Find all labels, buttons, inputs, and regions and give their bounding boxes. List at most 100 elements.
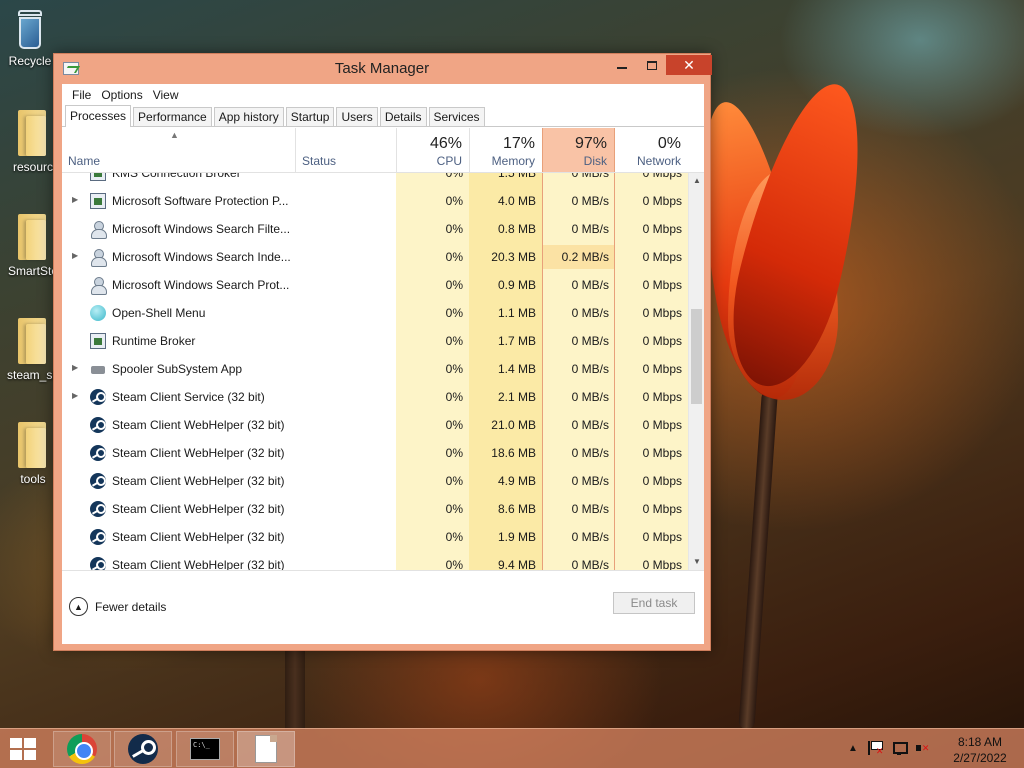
fewer-details-label: Fewer details	[95, 599, 167, 614]
folder-icon	[18, 110, 48, 158]
footer-bar: ▲ Fewer details End task	[62, 570, 704, 644]
process-disk: 0 MB/s	[571, 278, 609, 292]
process-disk: 0 MB/s	[571, 194, 609, 208]
process-memory: 1.4 MB	[497, 362, 536, 376]
expand-chevron-icon[interactable]: ▶	[72, 195, 78, 204]
process-disk: 0 MB/s	[571, 502, 609, 516]
process-row[interactable]: Steam Client WebHelper (32 bit) 0% 1.9 MB 0…	[62, 523, 688, 551]
desktop-icon-recycle-bin[interactable]: Recycle	[0, 8, 60, 68]
column-header-cpu[interactable]: 46% CPU	[396, 128, 469, 172]
tab-strip: Processes Performance App history Startu…	[62, 105, 704, 127]
process-name: Steam Client WebHelper (32 bit)	[112, 446, 285, 460]
scroll-down-icon[interactable]: ▼	[689, 554, 704, 570]
process-cpu: 0%	[445, 390, 463, 404]
menu-options[interactable]: Options	[96, 88, 147, 102]
taskbar-steam[interactable]	[114, 731, 172, 767]
process-name: Steam Client WebHelper (32 bit)	[112, 418, 285, 432]
table-header: ▲ Name Status 46% CPU 17% Memory 97% Dis…	[62, 128, 704, 173]
desktop-icon-label: Recycle	[8, 54, 52, 68]
volume-muted-icon[interactable]	[915, 741, 930, 755]
menu-file[interactable]: File	[67, 88, 96, 102]
tab-startup[interactable]: Startup	[285, 107, 335, 126]
close-button[interactable]: ✕	[666, 55, 712, 75]
tab-details[interactable]: Details	[379, 107, 427, 126]
minimize-button[interactable]	[607, 55, 637, 75]
column-header-network[interactable]: 0% Network	[615, 128, 688, 172]
taskbar-clock[interactable]: 8:18 AM 2/27/2022	[950, 734, 1010, 766]
process-row[interactable]: Open-Shell Menu 0% 1.1 MB 0 MB/s 0 Mbps	[62, 299, 688, 327]
steam-icon	[90, 501, 106, 517]
tab-app-history[interactable]: App history	[213, 107, 284, 126]
memory-total-percent: 17%	[502, 135, 535, 152]
expand-chevron-icon[interactable]: ▶	[72, 363, 78, 372]
column-header-name[interactable]: Name	[62, 128, 295, 172]
column-label-name: Name	[68, 154, 101, 168]
process-cpu: 0%	[445, 474, 463, 488]
process-cpu: 0%	[445, 530, 463, 544]
maximize-button[interactable]	[638, 55, 666, 75]
folder-icon	[18, 422, 48, 470]
tab-services[interactable]: Services	[428, 107, 485, 126]
shell-icon	[90, 305, 106, 321]
desktop-icon-label: resourc	[12, 160, 53, 174]
recycle-bin-icon	[14, 8, 46, 52]
steam-icon	[90, 417, 106, 433]
title-bar[interactable]: Task Manager ✕	[54, 54, 712, 84]
taskbar-chrome[interactable]	[53, 731, 111, 767]
folder-icon	[18, 214, 48, 262]
process-network: 0 Mbps	[642, 502, 682, 516]
process-name: Steam Client Service (32 bit)	[112, 390, 265, 404]
end-task-button[interactable]: End task	[613, 592, 695, 614]
process-row[interactable]: Steam Client WebHelper (32 bit) 0% 18.6 MB…	[62, 439, 688, 467]
process-memory: 18.6 MB	[491, 446, 536, 460]
process-memory: 1.7 MB	[497, 334, 536, 348]
process-disk: 0 MB/s	[571, 222, 609, 236]
process-row[interactable]: Steam Client WebHelper (32 bit) 0% 8.6 MB 0…	[62, 495, 688, 523]
process-row[interactable]: ▶ Microsoft Windows Search Inde... 0% 20.3 …	[62, 243, 688, 271]
process-row[interactable]: Microsoft Windows Search Filte... 0% 0.8 M…	[62, 215, 688, 243]
start-button[interactable]	[10, 738, 38, 762]
show-hidden-icons-icon[interactable]: ▲	[848, 743, 858, 754]
taskbar: C:\_ ▲ 8:18 AM 2/27/2022	[0, 728, 1024, 768]
process-row[interactable]: Steam Client WebHelper (32 bit) 0% 9.4 MB 0…	[62, 551, 688, 570]
process-disk: 0 MB/s	[571, 558, 609, 570]
taskbar-command-prompt[interactable]: C:\_	[176, 731, 234, 767]
tab-processes[interactable]: Processes	[65, 105, 132, 127]
expand-chevron-icon[interactable]: ▶	[72, 251, 78, 260]
column-header-status[interactable]: Status	[295, 128, 396, 172]
process-name: Steam Client WebHelper (32 bit)	[112, 502, 285, 516]
process-row[interactable]: Microsoft Windows Search Prot... 0% 0.9 MB…	[62, 271, 688, 299]
expand-chevron-icon[interactable]: ▶	[72, 391, 78, 400]
network-icon[interactable]	[892, 741, 908, 755]
tab-performance[interactable]: Performance	[133, 107, 212, 126]
vertical-scrollbar[interactable]: ▲ ▼	[688, 173, 704, 570]
scroll-up-icon[interactable]: ▲	[689, 173, 704, 189]
process-cpu: 0%	[445, 418, 463, 432]
action-center-flag-icon[interactable]	[867, 741, 883, 757]
column-header-memory[interactable]: 17% Memory	[469, 128, 542, 172]
taskbar-notepad[interactable]	[237, 731, 295, 767]
process-row[interactable]: Steam Client WebHelper (32 bit) 0% 21.0 MB…	[62, 411, 688, 439]
steam-icon	[90, 389, 106, 405]
process-network: 0 Mbps	[642, 222, 682, 236]
tab-users[interactable]: Users	[336, 107, 378, 126]
user-icon	[90, 221, 107, 239]
fewer-details-button[interactable]: ▲ Fewer details	[69, 597, 166, 616]
menu-view[interactable]: View	[148, 88, 184, 102]
process-name: Steam Client WebHelper (32 bit)	[112, 558, 285, 570]
background-stalk	[285, 645, 305, 730]
scrollbar-thumb[interactable]	[691, 309, 702, 404]
process-row[interactable]: Steam Client WebHelper (32 bit) 0% 4.9 MB 0…	[62, 467, 688, 495]
steam-icon	[90, 445, 106, 461]
process-network: 0 Mbps	[642, 334, 682, 348]
process-row[interactable]: ▶ Microsoft Software Protection P... 0% 4.0…	[62, 187, 688, 215]
process-network: 0 Mbps	[642, 446, 682, 460]
user-icon	[90, 277, 107, 295]
process-name: Microsoft Windows Search Inde...	[112, 250, 291, 264]
clock-time: 8:18 AM	[957, 735, 1003, 749]
process-row[interactable]: ▶ Steam Client Service (32 bit) 0% 2.1 MB 0 …	[62, 383, 688, 411]
process-network: 0 Mbps	[642, 306, 682, 320]
column-header-disk[interactable]: 97% Disk	[542, 128, 615, 172]
process-row[interactable]: Runtime Broker 0% 1.7 MB 0 MB/s 0 Mbps	[62, 327, 688, 355]
process-row[interactable]: ▶ Spooler SubSystem App 0% 1.4 MB 0 MB/s 0 Mb…	[62, 355, 688, 383]
